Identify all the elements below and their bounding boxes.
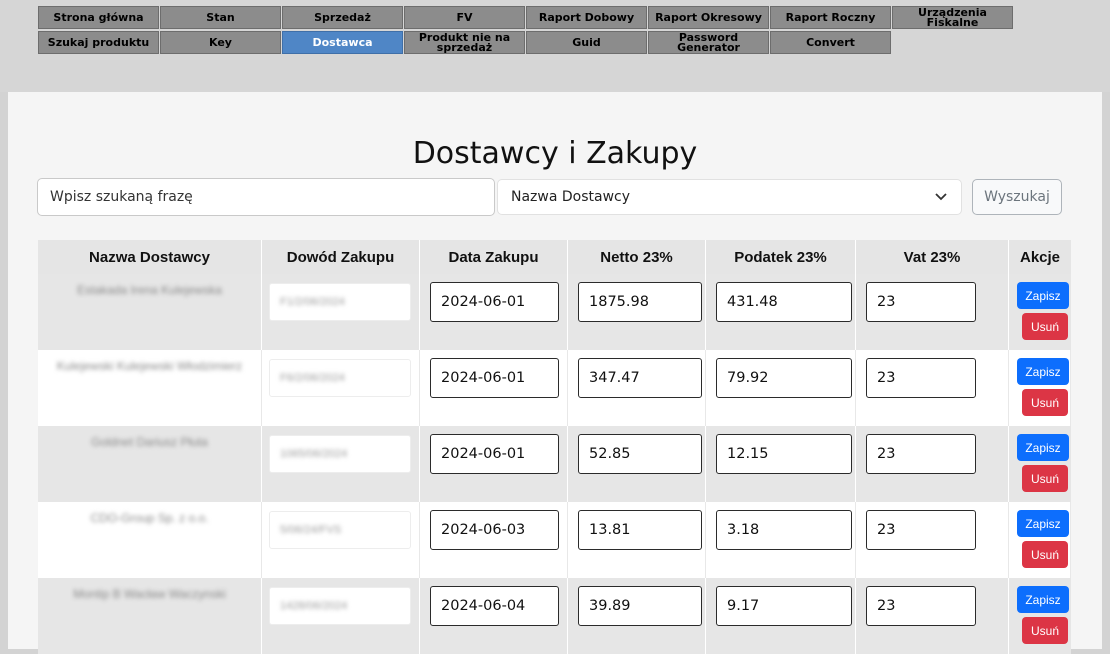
proof-value: 1428/06/2024 (280, 600, 348, 612)
table-row: Goldnet Dariusz Płuta 1065/06/2024 2024-… (38, 426, 1071, 502)
search-field-select[interactable]: Nazwa Dostawcy (497, 179, 962, 215)
netto-field[interactable]: 347.47 (578, 358, 702, 398)
nav-row-2: Szukaj produktu Key Dostawca Produkt nie… (38, 31, 892, 54)
supplier-name: Estakada Irena Kulejewska (77, 283, 222, 297)
search-input[interactable] (48, 188, 484, 206)
nav-sprzedaz[interactable]: Sprzedaż (282, 6, 403, 29)
header-podatek: Podatek 23% (706, 240, 856, 274)
date-field[interactable]: 2024-06-04 (430, 586, 559, 626)
table-row: Montip B Wacław Waczynski 1428/06/2024 2… (38, 578, 1071, 654)
delete-button[interactable]: Usuń (1022, 465, 1068, 492)
netto-field[interactable]: 1875.98 (578, 282, 702, 322)
header-netto: Netto 23% (568, 240, 706, 274)
table-row: CDO-Group Sp. z o.o. 5/06/24/FVS 2024-06… (38, 502, 1071, 578)
proof-field[interactable]: 1428/06/2024 (269, 587, 411, 625)
nav-strona-glowna[interactable]: Strona główna (38, 6, 159, 29)
vat-field[interactable]: 23 (866, 510, 976, 550)
proof-value: 1065/06/2024 (280, 448, 348, 460)
proof-field[interactable]: 5/06/24/FVS (269, 511, 411, 549)
nav-produkt-nie-na-sprzedaz[interactable]: Produkt nie na sprzedaż (404, 31, 525, 54)
nav-urzadzenia-fiskalne[interactable]: Urządzenia Fiskalne (892, 6, 1013, 29)
date-field[interactable]: 2024-06-01 (430, 282, 559, 322)
proof-value: F1/2/06/2024 (280, 296, 345, 308)
delete-button[interactable]: Usuń (1022, 541, 1068, 568)
purchases-table: Nazwa Dostawcy Dowód Zakupu Data Zakupu … (38, 240, 1071, 654)
date-field[interactable]: 2024-06-03 (430, 510, 559, 550)
nav-stan[interactable]: Stan (160, 6, 281, 29)
nav-password-generator[interactable]: Password Generator (648, 31, 769, 54)
tax-field[interactable]: 79.92 (716, 358, 852, 398)
header-vat: Vat 23% (856, 240, 1009, 274)
proof-value: F6/2/06/2024 (280, 372, 345, 384)
search-input-wrapper[interactable] (37, 178, 495, 216)
delete-button[interactable]: Usuń (1022, 617, 1068, 644)
proof-value: 5/06/24/FVS (280, 524, 342, 536)
table-header: Nazwa Dostawcy Dowód Zakupu Data Zakupu … (38, 240, 1071, 274)
tax-field[interactable]: 12.15 (716, 434, 852, 474)
tax-field[interactable]: 9.17 (716, 586, 852, 626)
save-button[interactable]: Zapisz (1017, 434, 1069, 461)
nav-szukaj-produktu[interactable]: Szukaj produktu (38, 31, 159, 54)
header-dowod-zakupu: Dowód Zakupu (262, 240, 420, 274)
supplier-name: Montip B Wacław Waczynski (73, 587, 226, 601)
table-row: Kulejewski Kulejewski Włodzimierz F6/2/0… (38, 350, 1071, 426)
save-button[interactable]: Zapisz (1017, 510, 1069, 537)
header-data-zakupu: Data Zakupu (420, 240, 568, 274)
nav-raport-dobowy[interactable]: Raport Dobowy (526, 6, 647, 29)
nav-dostawca[interactable]: Dostawca (282, 31, 403, 54)
nav-row-1: Strona główna Stan Sprzedaż FV Raport Do… (38, 6, 1014, 29)
vat-field[interactable]: 23 (866, 358, 976, 398)
vat-field[interactable]: 23 (866, 586, 976, 626)
delete-button[interactable]: Usuń (1022, 389, 1068, 416)
nav-key[interactable]: Key (160, 31, 281, 54)
tax-field[interactable]: 3.18 (716, 510, 852, 550)
vat-field[interactable]: 23 (866, 434, 976, 474)
proof-field[interactable]: 1065/06/2024 (269, 435, 411, 473)
nav-fv[interactable]: FV (404, 6, 525, 29)
date-field[interactable]: 2024-06-01 (430, 434, 559, 474)
header-nazwa-dostawcy: Nazwa Dostawcy (38, 240, 262, 274)
nav-guid[interactable]: Guid (526, 31, 647, 54)
save-button[interactable]: Zapisz (1017, 282, 1069, 309)
proof-field[interactable]: F6/2/06/2024 (269, 359, 411, 397)
search-field-select-value: Nazwa Dostawcy (511, 189, 631, 205)
delete-button[interactable]: Usuń (1022, 313, 1068, 340)
chevron-down-icon (934, 190, 948, 204)
proof-field[interactable]: F1/2/06/2024 (269, 283, 411, 321)
nav-raport-okresowy[interactable]: Raport Okresowy (648, 6, 769, 29)
supplier-name: CDO-Group Sp. z o.o. (90, 511, 209, 525)
supplier-name: Kulejewski Kulejewski Włodzimierz (56, 359, 243, 373)
netto-field[interactable]: 13.81 (578, 510, 702, 550)
top-navigation: Strona główna Stan Sprzedaż FV Raport Do… (0, 0, 1110, 92)
search-button[interactable]: Wyszukaj (972, 179, 1062, 215)
netto-field[interactable]: 52.85 (578, 434, 702, 474)
main-panel: Dostawcy i Zakupy Nazwa Dostawcy Wyszuka… (8, 92, 1102, 654)
nav-convert[interactable]: Convert (770, 31, 891, 54)
date-field[interactable]: 2024-06-01 (430, 358, 559, 398)
netto-field[interactable]: 39.89 (578, 586, 702, 626)
header-akcje: Akcje (1019, 248, 1061, 266)
table-row: Estakada Irena Kulejewska F1/2/06/2024 2… (38, 274, 1071, 350)
page-title: Dostawcy i Zakupy (412, 136, 698, 171)
vat-field[interactable]: 23 (866, 282, 976, 322)
tax-field[interactable]: 431.48 (716, 282, 852, 322)
nav-raport-roczny[interactable]: Raport Roczny (770, 6, 891, 29)
supplier-name: Goldnet Dariusz Płuta (91, 435, 208, 449)
save-button[interactable]: Zapisz (1017, 358, 1069, 385)
save-button[interactable]: Zapisz (1017, 586, 1069, 613)
